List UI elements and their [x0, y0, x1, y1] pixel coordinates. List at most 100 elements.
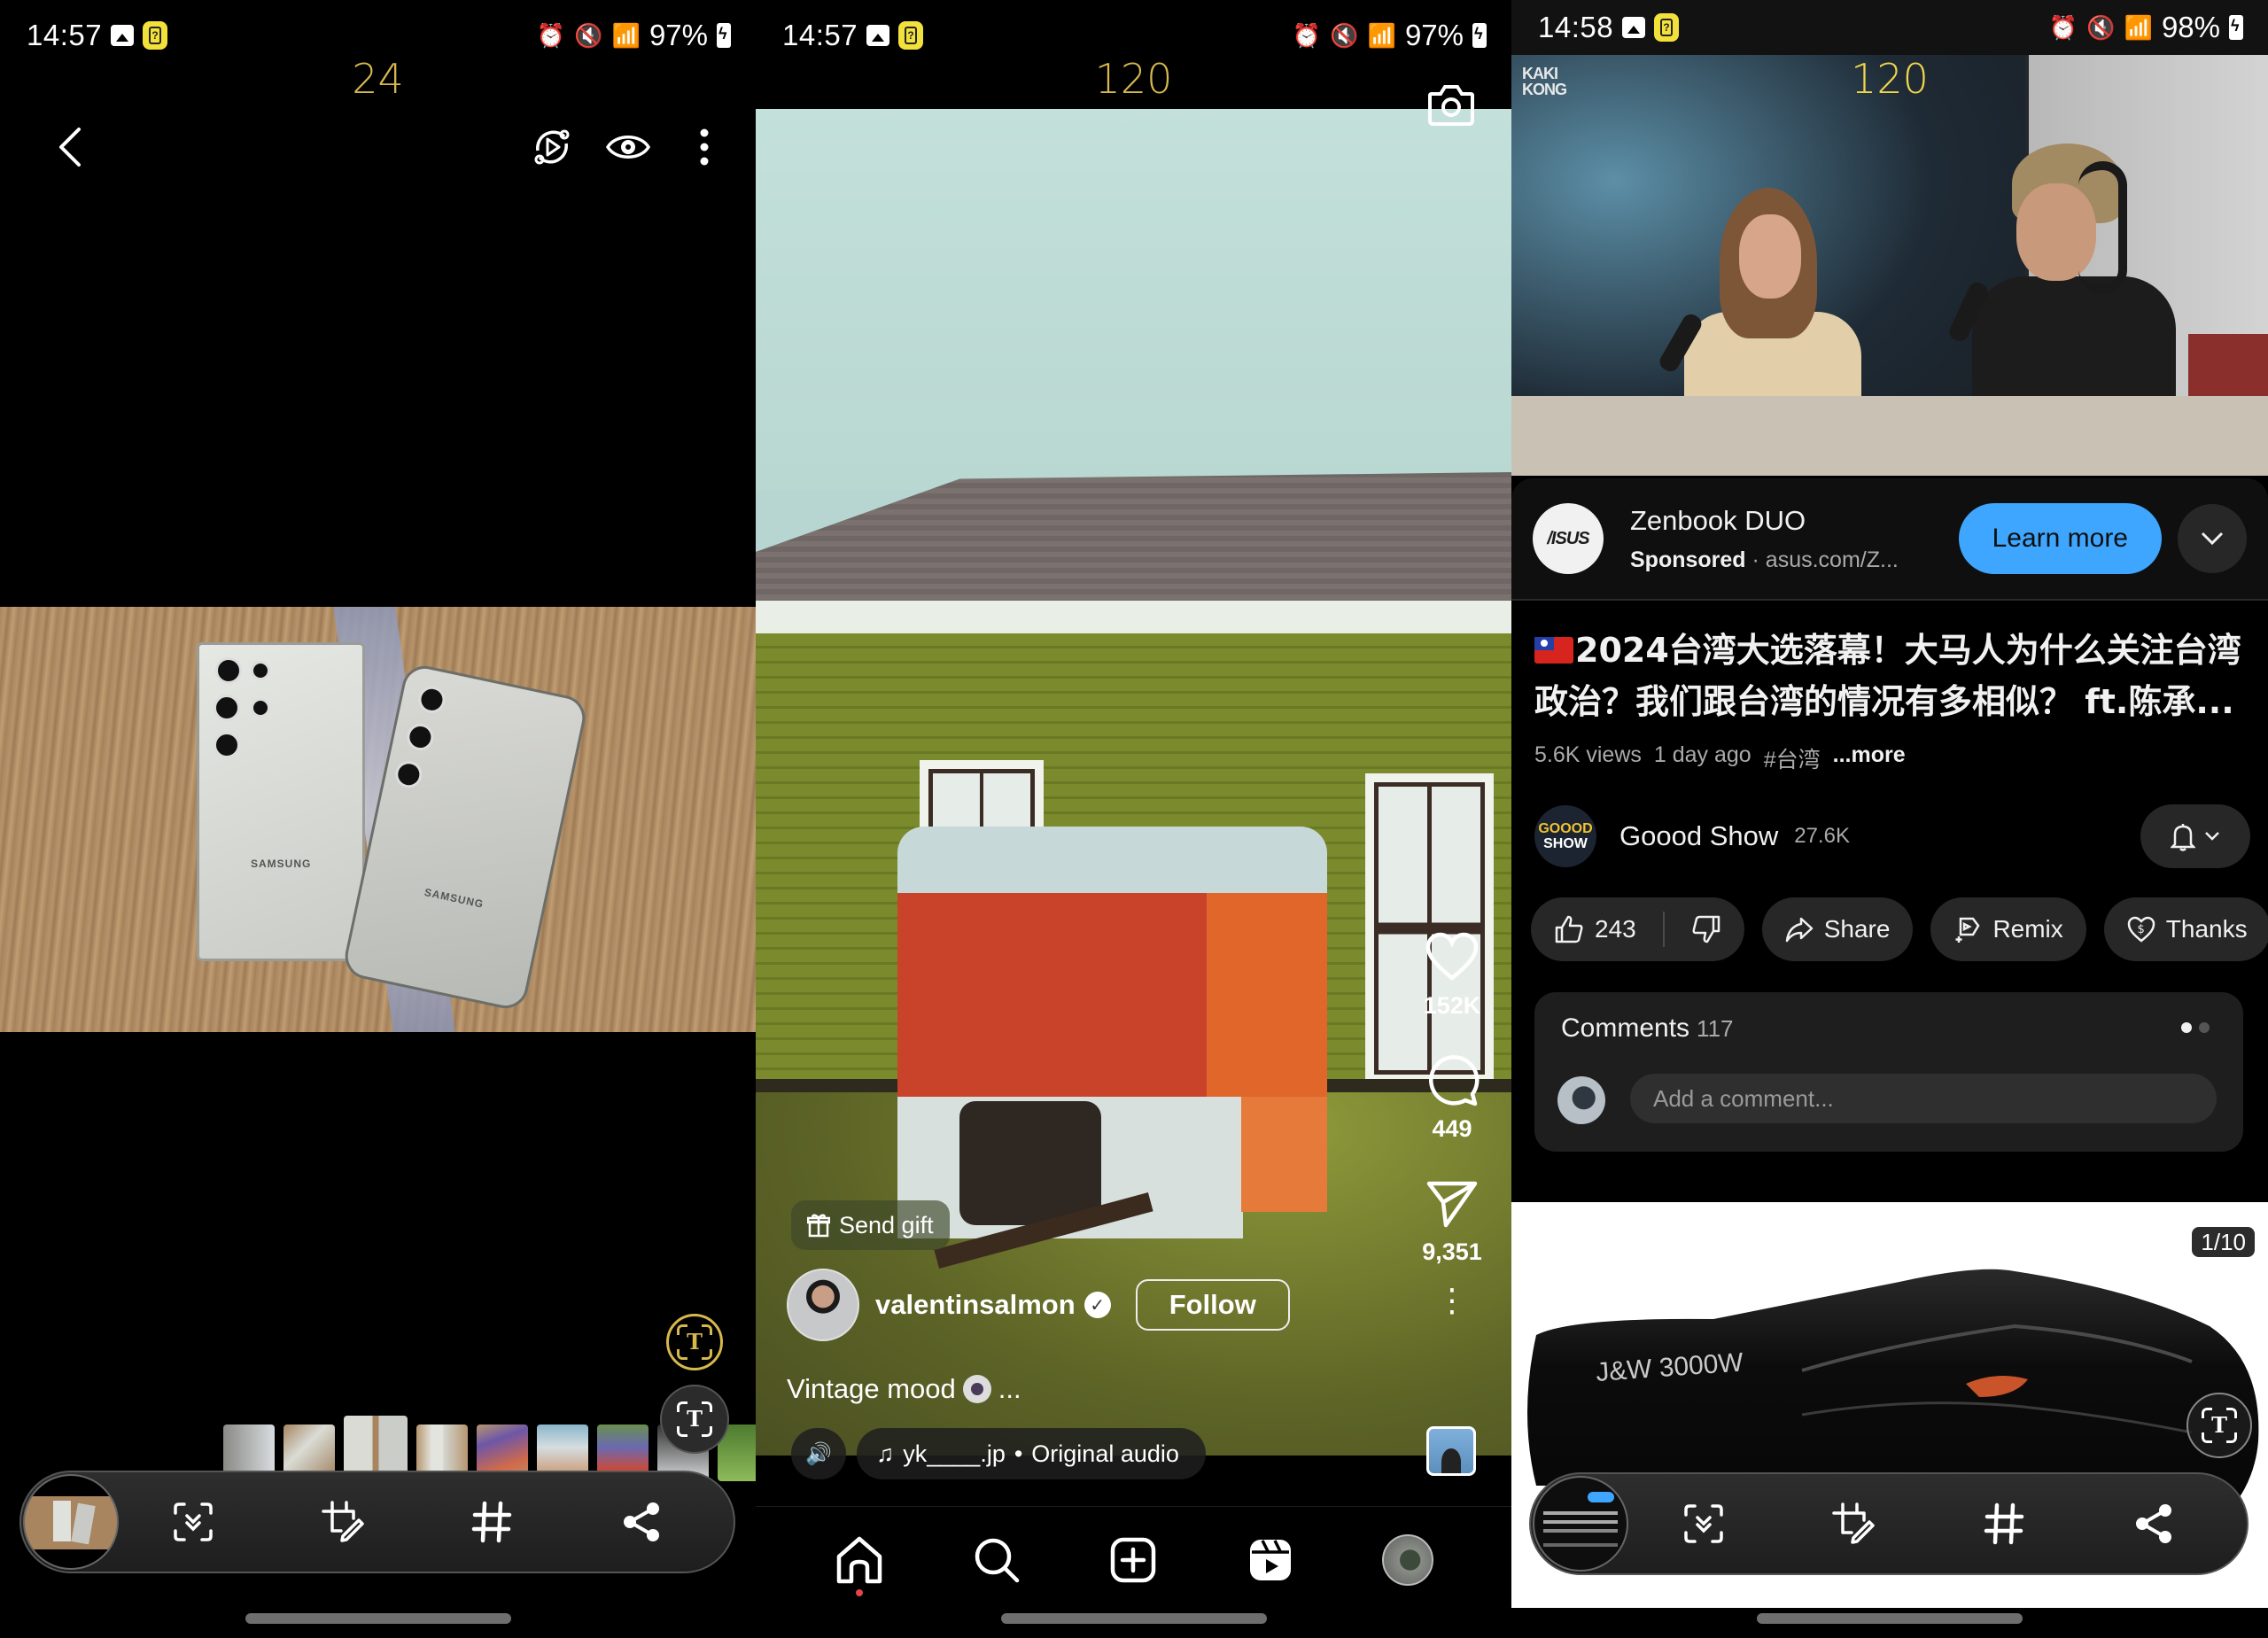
scan-button[interactable] [162, 1491, 224, 1553]
nav-reels[interactable] [1239, 1529, 1301, 1591]
ad-title: Zenbook DUO [1630, 504, 1806, 536]
scan-button[interactable] [1673, 1493, 1735, 1555]
remix-button[interactable]: Remix [1930, 897, 2086, 961]
chevron-down-icon [2205, 832, 2219, 841]
reel-video[interactable] [756, 109, 1511, 1456]
more-options-button[interactable] [680, 122, 729, 172]
image-notification-icon [866, 25, 890, 46]
instagram-reel-panel: 14:57 ? ⏰ 🔇 📶 97% 120 152K [756, 0, 1511, 1638]
reel-caption[interactable]: Vintage mood ... [787, 1373, 1021, 1405]
ad-url: asus.com/Z... [1765, 547, 1899, 572]
volume-button[interactable]: 🔊 [791, 1428, 846, 1479]
nav-home[interactable] [828, 1529, 890, 1596]
share-button[interactable] [610, 1491, 672, 1553]
crop-edit-icon [322, 1501, 364, 1542]
original-audio-link[interactable]: ♫ yk____.jp • Original audio [857, 1428, 1206, 1479]
back-icon [59, 128, 81, 167]
motion-photo-icon [534, 129, 570, 165]
battery-percent: 98% [2161, 11, 2220, 43]
share-button[interactable]: Share [1761, 897, 1914, 961]
nav-create[interactable] [1102, 1529, 1164, 1591]
text-extract-button[interactable]: T [2186, 1393, 2252, 1458]
ad-expand-button[interactable] [2178, 504, 2247, 573]
brand-label: SAMSUNG [423, 885, 485, 911]
wifi-icon: 📶 [1367, 22, 1396, 49]
home-indicator[interactable] [245, 1613, 511, 1624]
comment-count: 449 [1432, 1115, 1472, 1142]
author-username[interactable]: valentinsalmon [875, 1289, 1076, 1321]
learn-more-button[interactable]: Learn more [1958, 503, 2162, 574]
send-gift-button[interactable]: Send gift [791, 1200, 950, 1250]
status-time: 14:57 [782, 19, 858, 51]
edit-button[interactable] [1822, 1493, 1884, 1555]
eye-emoji-icon [962, 1375, 991, 1403]
nav-search[interactable] [966, 1529, 1028, 1591]
svg-text:$: $ [2137, 923, 2144, 936]
sponsored-ad[interactable]: /ISUS Zenbook DUO Sponsored · asus.com/Z… [1511, 478, 2268, 601]
taiwan-flag-icon [1534, 637, 1573, 664]
home-icon [837, 1536, 882, 1583]
video-player[interactable]: KAKI KONG [1511, 55, 2268, 476]
video-title[interactable]: 2024台湾大选落幕！大马人为什么关注台湾政治？我们跟台湾的情况有多相似？ ft… [1534, 625, 2250, 727]
subscriber-count: 27.6K [1794, 824, 1850, 848]
follow-button[interactable]: Follow [1135, 1279, 1290, 1331]
like-count: 152K [1423, 992, 1481, 1019]
view-count: 5.6K views [1534, 742, 1642, 767]
thumbs-down-icon[interactable] [1691, 914, 1721, 944]
bottom-action-bar [19, 1471, 735, 1573]
help-device-icon: ? [898, 21, 924, 50]
hashtag-icon [472, 1501, 512, 1543]
share-send-icon[interactable] [1425, 1176, 1480, 1231]
nav-profile[interactable] [1377, 1529, 1439, 1591]
author-avatar[interactable] [787, 1269, 859, 1341]
mute-icon: 🔇 [1330, 22, 1359, 49]
text-scan-icon: T [2202, 1408, 2237, 1443]
wifi-icon: 📶 [611, 22, 641, 49]
current-photo-thumbnail[interactable] [23, 1474, 119, 1570]
photo-viewer-image[interactable]: SAMSUNG SAMSUNG [0, 607, 756, 1032]
share-icon [2136, 1504, 2172, 1543]
remix-icon [1955, 917, 1980, 943]
description-more[interactable]: ...more [1833, 742, 1906, 774]
video-meta[interactable]: 5.6K views 1 day ago #台湾 ...more [1534, 742, 1906, 774]
like-count: 243 [1595, 915, 1636, 943]
edit-button[interactable] [312, 1491, 374, 1553]
thumbs-up-icon[interactable] [1554, 914, 1584, 944]
view-button[interactable] [603, 122, 653, 172]
caption-more[interactable]: ... [998, 1373, 1021, 1405]
home-indicator[interactable] [1757, 1613, 2023, 1624]
fps-counter: 24 [352, 55, 404, 103]
text-extract-active-button[interactable]: T [666, 1314, 723, 1370]
text-scan-icon: T [677, 1401, 712, 1437]
current-screenshot-thumbnail[interactable] [1533, 1476, 1628, 1572]
text-extract-button[interactable]: T [660, 1385, 729, 1454]
audio-cover-thumbnail[interactable] [1426, 1426, 1476, 1476]
share-count: 9,351 [1422, 1238, 1482, 1265]
channel-name[interactable]: Goood Show [1619, 820, 1778, 852]
comment-icon[interactable] [1425, 1053, 1480, 1108]
add-comment-input[interactable] [1630, 1074, 2217, 1123]
channel-avatar[interactable]: GOOOD SHOW [1534, 805, 1596, 867]
audio-title: Original audio [1031, 1440, 1179, 1467]
hashtag[interactable]: #台湾 [1764, 742, 1821, 774]
battery-percent: 97% [649, 19, 708, 51]
share-button[interactable] [2123, 1493, 2185, 1555]
notification-settings-button[interactable] [2140, 804, 2250, 868]
like-heart-icon[interactable] [1425, 930, 1480, 985]
share-arrow-icon [1785, 917, 1813, 943]
comments-section[interactable]: Comments 117 [1534, 992, 2243, 1152]
music-note-icon: ♫ [876, 1440, 895, 1467]
bottom-nav [756, 1506, 1511, 1612]
tag-button[interactable] [461, 1491, 523, 1553]
caption-text: Vintage mood [787, 1373, 956, 1404]
tag-button[interactable] [1973, 1493, 2035, 1555]
alarm-icon: ⏰ [2048, 14, 2078, 41]
back-button[interactable] [49, 122, 93, 172]
thanks-button[interactable]: $ Thanks [2103, 897, 2268, 961]
battery-charging-icon [717, 23, 731, 48]
motion-photo-button[interactable] [527, 122, 577, 172]
like-dislike-chip: 243 [1531, 897, 1744, 961]
more-options-icon[interactable]: ⋮ [1436, 1285, 1468, 1316]
bottom-action-bar [1529, 1472, 2249, 1575]
home-indicator[interactable] [1000, 1613, 1267, 1624]
